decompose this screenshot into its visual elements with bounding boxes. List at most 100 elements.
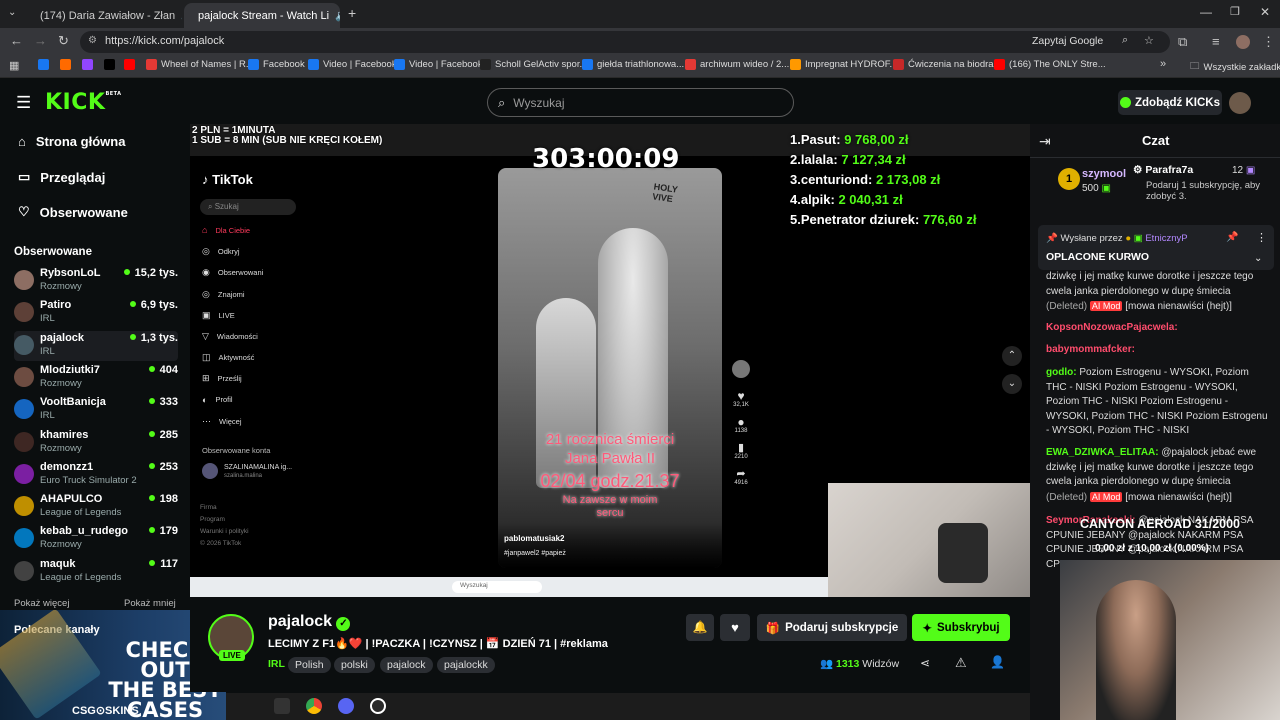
followed-channel[interactable]: pajalock IRL 1,3 tys.	[14, 330, 178, 361]
chevron-down-icon[interactable]: ⌄	[1254, 253, 1262, 264]
bookmark-item[interactable]	[38, 59, 49, 70]
report-icon[interactable]: ⚠	[955, 655, 967, 671]
followed-channel[interactable]: kebab_u_rudego Rozmowy 179	[14, 524, 178, 554]
followed-channel[interactable]: demonzz1 Euro Truck Simulator 2 253	[14, 460, 178, 490]
tiktok-menu-item[interactable]: ⌂ Dla Ciebie	[202, 225, 250, 235]
tiktok-menu-item[interactable]: ◎ Odkryj	[202, 246, 240, 257]
chat-username[interactable]: KopsonNozowacPajacwela:	[1046, 322, 1178, 333]
tag[interactable]: Polish	[288, 657, 331, 673]
chat-message[interactable]: KopsonNozowacPajacwela:	[1046, 321, 1268, 336]
back-icon[interactable]: ←	[10, 33, 23, 48]
search-bar[interactable]: ⌕ Wyszukaj	[487, 88, 794, 117]
zoom-icon[interactable]: ⌕	[1122, 34, 1128, 47]
follow-heart-icon[interactable]: ♥	[720, 614, 750, 641]
tiktok-menu-item[interactable]: ▣ LIVE	[202, 310, 235, 321]
followed-channel[interactable]: AHAPULCO League of Legends 198	[14, 492, 178, 522]
tiktok-search[interactable]: ⌕ Szukaj	[200, 199, 296, 215]
followed-channel[interactable]: khamires Rozmowy 285	[14, 428, 178, 458]
gift-sub-button[interactable]: 🎁 Podaruj subskrypcje	[757, 614, 907, 641]
pin-icon[interactable]: 📌	[1226, 232, 1238, 243]
followed-channel[interactable]: maquk League of Legends 117	[14, 557, 178, 587]
collapse-chat-icon[interactable]: ⇥	[1039, 133, 1051, 150]
bookmark-item[interactable]: (166) The ONLY Stre...	[994, 59, 1106, 70]
bookmark-item[interactable]	[124, 59, 135, 70]
bookmark-item[interactable]: Wheel of Names | R...	[146, 59, 254, 70]
comment-icon[interactable]: ●	[730, 416, 752, 428]
tiktok-menu-item[interactable]: ▽ Wiadomości	[202, 331, 258, 342]
tiktok-menu-item[interactable]: ⊞ Prześlij	[202, 373, 242, 384]
bookmark-item[interactable]	[104, 59, 115, 70]
pinned-message[interactable]: 📌 Wysłane przez ● ▣ EtnicznyP OPLACONE K…	[1038, 225, 1274, 270]
tiktok-menu-item[interactable]: ◉ Obserwowani	[202, 267, 263, 278]
more-bookmarks-icon[interactable]: »	[1160, 58, 1166, 70]
bookmark-item[interactable]	[82, 59, 93, 70]
all-bookmarks[interactable]: 🗀 Wszystkie zakładki	[1190, 59, 1280, 75]
bookmark-item[interactable]: Facebook	[248, 59, 305, 70]
tag[interactable]: polski	[334, 657, 375, 673]
tag[interactable]: pajalockk	[437, 657, 495, 673]
get-kicks-button[interactable]: Zdobądź KICKs	[1118, 90, 1222, 115]
bookmark-item[interactable]: Impregnat HYDROF...	[790, 59, 897, 70]
prev-video-icon[interactable]: ⌃	[1002, 346, 1022, 366]
user-options-icon[interactable]: 👤	[990, 655, 1005, 669]
creator-avatar[interactable]	[732, 360, 750, 378]
subscribe-button[interactable]: ✦ Subskrybuj	[912, 614, 1010, 641]
bookmark-item[interactable]: giełda triathlonowa...	[582, 59, 684, 70]
reload-icon[interactable]: ↻	[58, 33, 69, 49]
show-less-link[interactable]: Pokaż mniej	[124, 598, 176, 609]
like-icon[interactable]: ♥	[730, 390, 752, 402]
tiktok-video[interactable]: HOLY VIVE 21 rocznica śmierci Jana Pawła…	[498, 168, 722, 568]
kick-logo[interactable]: KICKBETA	[45, 90, 122, 115]
chat-username[interactable]: EWA_DZIWKA_ELITAA:	[1046, 447, 1159, 458]
tab-kick[interactable]: pajalock Stream - Watch Li 🔊 ✕	[184, 3, 340, 28]
forward-icon[interactable]: →	[34, 33, 47, 48]
tiktok-menu-item[interactable]: ⋯ Więcej	[202, 416, 242, 427]
share-icon[interactable]: ➦	[730, 469, 752, 480]
search-input[interactable]: Wyszukaj	[513, 96, 564, 110]
url-text[interactable]: https://kick.com/pajalock	[105, 35, 224, 47]
bookmark-item[interactable]: Ćwiczenia na biodra...	[893, 59, 1001, 70]
show-more-link[interactable]: Pokaż więcej	[14, 598, 69, 609]
omnibox[interactable]: ⚙ https://kick.com/pajalock Zapytaj Goog…	[80, 31, 1170, 53]
ask-google-button[interactable]: Zapytaj Google	[1032, 35, 1103, 47]
nav-home[interactable]: ⌂ Strona główna	[18, 134, 125, 149]
share-icon[interactable]: ⋖	[920, 656, 930, 670]
more-icon[interactable]: ⋮	[1256, 231, 1267, 244]
bookmark-item[interactable]: Video | Facebook	[394, 59, 483, 70]
tiktok-menu-item[interactable]: ◎ Znajomi	[202, 289, 245, 300]
video-player[interactable]: 2 PLN = 1MINUTA 1 SUB = 8 MIN (SUB NIE K…	[190, 124, 1030, 597]
new-tab-button[interactable]: +	[348, 5, 356, 21]
menu-icon[interactable]: ⋮	[1262, 34, 1275, 50]
apps-icon[interactable]: ▦	[9, 59, 19, 72]
bookmark-item[interactable]: archiwum wideo / 2...	[685, 59, 789, 70]
chat-username[interactable]: babymommafcker:	[1046, 344, 1135, 355]
streamer-name[interactable]: pajalock ✓	[268, 613, 351, 631]
followed-channel[interactable]: Patiro IRL 6,9 tys.	[14, 298, 178, 328]
chat-message[interactable]: dziwkę i jej matkę kurwe dorotke i jeszc…	[1046, 270, 1268, 315]
top-gifter-name[interactable]: szymool	[1082, 168, 1126, 180]
notification-bell-icon[interactable]: 🔔	[686, 614, 714, 641]
chat-message[interactable]: EWA_DZIWKA_ELITAA: @pajalock jebać ewe d…	[1046, 446, 1268, 505]
close-window-button[interactable]: ✕	[1260, 5, 1270, 19]
followed-channel[interactable]: Mlodziutki7 Rozmowy 404	[14, 363, 178, 393]
video-hashtags[interactable]: #janpawel2 #papież	[504, 550, 566, 557]
tab-youtube[interactable]: (174) Daria Zawiałow - Złan 🔊 ✕	[26, 3, 182, 28]
extensions-icon[interactable]: ⧉	[1178, 34, 1187, 50]
followed-channel[interactable]: VooltBanicja IRL 333	[14, 395, 178, 425]
discord-icon[interactable]	[338, 698, 354, 714]
stream-category[interactable]: IRL	[268, 658, 285, 670]
chat-message[interactable]: godlo: Poziom Estrogenu - WYSOKI, Poziom…	[1046, 366, 1268, 439]
video-author[interactable]: pablomatusiak2	[504, 534, 564, 543]
account-name[interactable]: SZALINAMALINA ig...	[224, 464, 292, 471]
restore-button[interactable]: ❐	[1230, 5, 1240, 18]
tiktok-menu-item[interactable]: ◐ Profil	[202, 395, 233, 405]
tag[interactable]: pajalock	[380, 657, 433, 673]
site-info-icon[interactable]: ⚙	[88, 35, 97, 46]
gifter-name[interactable]: ⚙ Parafra7a	[1133, 164, 1193, 176]
hamburger-menu-icon[interactable]: ☰	[16, 93, 31, 113]
tiktok-menu-item[interactable]: ◫ Aktywność	[202, 352, 254, 363]
bookmark-item[interactable]: Scholl GelActiv spor...	[480, 59, 587, 70]
star-icon[interactable]: ☆	[1144, 34, 1154, 47]
next-video-icon[interactable]: ⌄	[1002, 374, 1022, 394]
tab-search-icon[interactable]: ⌄	[8, 7, 16, 18]
